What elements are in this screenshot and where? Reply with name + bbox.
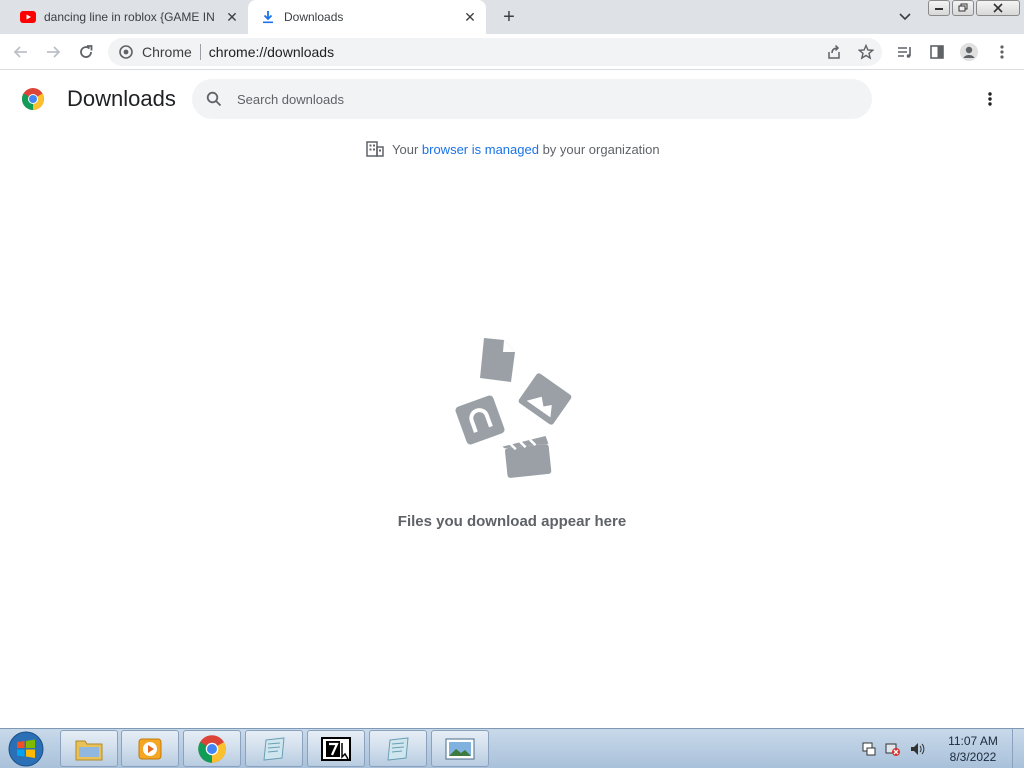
notepad-icon: [387, 736, 409, 761]
more-actions-icon[interactable]: [978, 87, 1002, 111]
clock-date: 8/3/2022: [949, 750, 997, 764]
managed-prefix: Your: [392, 141, 422, 157]
tab-title: dancing line in roblox {GAME IN: [44, 10, 215, 24]
screen: dancing line in roblox {GAME IN ✕ Downlo…: [0, 0, 1024, 768]
system-tray: [860, 729, 926, 768]
close-window-button[interactable]: [976, 0, 1020, 16]
reload-icon[interactable]: [74, 40, 98, 64]
clock-time: 11:07 AM: [948, 734, 998, 748]
taskbar-file-explorer[interactable]: [60, 730, 118, 767]
windows-taskbar: 11:07 AM 8/3/2022: [0, 728, 1024, 768]
seven-zip-icon: [321, 736, 351, 761]
side-panel-icon[interactable]: [925, 40, 949, 64]
page-title: Downloads: [67, 86, 176, 111]
minimize-button[interactable]: [928, 0, 950, 16]
window-controls: [928, 0, 1020, 18]
chrome-site-icon: [118, 44, 134, 60]
tab-youtube[interactable]: dancing line in roblox {GAME IN ✕: [8, 0, 248, 34]
restore-button[interactable]: [952, 0, 974, 16]
chrome-logo-icon: [21, 87, 45, 111]
tab-search-icon[interactable]: [894, 6, 916, 28]
action-center-icon[interactable]: [860, 740, 878, 758]
close-tab-icon[interactable]: ✕: [460, 7, 480, 27]
reading-list-icon[interactable]: [893, 40, 917, 64]
address-bar[interactable]: Chrome chrome://downloads: [108, 38, 882, 66]
taskbar-seven-zip[interactable]: [307, 730, 365, 767]
profile-avatar-icon[interactable]: [957, 40, 981, 64]
search-icon: [204, 89, 224, 109]
taskbar-notepad-2[interactable]: [369, 730, 427, 767]
building-icon: [366, 140, 384, 158]
taskbar-chrome[interactable]: [183, 730, 241, 767]
network-icon[interactable]: [884, 740, 902, 758]
volume-icon[interactable]: [908, 740, 926, 758]
download-icon: [260, 9, 276, 25]
share-icon[interactable]: [822, 40, 846, 64]
browser-managed-link[interactable]: browser is managed: [422, 142, 539, 157]
tab-downloads[interactable]: Downloads ✕: [248, 0, 486, 34]
search-input[interactable]: [237, 91, 837, 107]
folder-icon: [75, 740, 103, 760]
new-tab-button[interactable]: +: [498, 6, 520, 28]
bookmark-star-icon[interactable]: [854, 40, 878, 64]
site-chip: Chrome: [142, 44, 192, 60]
back-icon[interactable]: [9, 40, 33, 64]
system-clock[interactable]: 11:07 AM 8/3/2022: [940, 733, 1006, 765]
document-icon: [480, 338, 515, 382]
notepad-icon: [263, 736, 285, 761]
tab-title: Downloads: [284, 10, 344, 24]
managed-suffix: by your organization: [538, 141, 660, 157]
empty-downloads-illustration: [448, 334, 576, 484]
taskbar-media-player[interactable]: [121, 730, 179, 767]
audio-icon: [455, 395, 505, 445]
omnibox-separator: [199, 44, 201, 60]
tab-strip: dancing line in roblox {GAME IN ✕ Downlo…: [0, 0, 1024, 34]
forward-icon[interactable]: [41, 40, 65, 64]
managed-banner: Your browser is managed by your organiza…: [366, 140, 660, 158]
media-player-icon: [138, 738, 162, 759]
close-tab-icon[interactable]: ✕: [222, 7, 242, 27]
youtube-icon: [20, 9, 36, 25]
video-icon: [502, 436, 552, 478]
chrome-icon: [198, 734, 226, 763]
browser-toolbar: Chrome chrome://downloads: [0, 34, 1024, 70]
empty-state-message: Files you download appear here: [397, 513, 627, 530]
start-button[interactable]: [4, 730, 48, 768]
show-desktop-button[interactable]: [1012, 729, 1024, 768]
search-downloads-box[interactable]: [192, 79, 872, 119]
taskbar-photo-viewer[interactable]: [431, 730, 489, 767]
image-icon: [518, 373, 572, 425]
photo-viewer-icon: [445, 738, 475, 759]
chrome-menu-icon[interactable]: [990, 40, 1014, 64]
url-text: chrome://downloads: [208, 44, 335, 60]
taskbar-notepad[interactable]: [245, 730, 303, 767]
downloads-header: Downloads: [0, 70, 1024, 128]
